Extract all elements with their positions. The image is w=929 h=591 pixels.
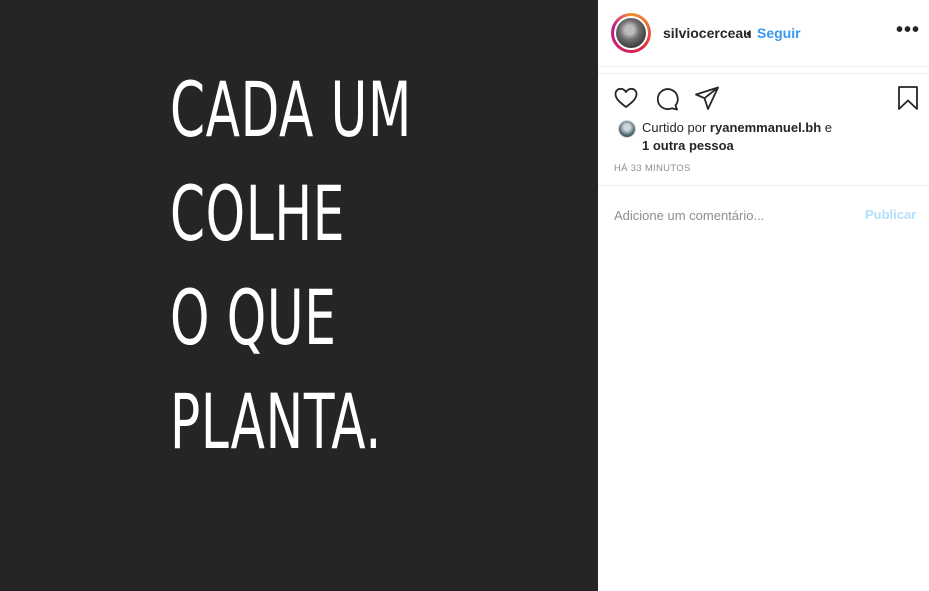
post-sidebar: silviocerceau • Seguir ••• Curtido por r… — [598, 0, 929, 591]
likes-others-link[interactable]: 1 outra pessoa — [642, 138, 734, 153]
liker-avatar[interactable] — [618, 120, 636, 138]
heart-icon[interactable] — [614, 86, 638, 110]
comment-icon[interactable] — [654, 86, 680, 112]
post-image[interactable]: CADA UM COLHE O QUE PLANTA. — [0, 0, 598, 591]
separator-dot: • — [746, 25, 751, 41]
more-options-icon[interactable]: ••• — [896, 19, 920, 42]
likes-prefix: Curtido por — [642, 120, 710, 135]
comment-form: Publicar — [598, 185, 929, 242]
avatar-photo — [616, 18, 646, 48]
likes-summary: Curtido por ryanemmanuel.bh e 1 outra pe… — [642, 119, 912, 155]
quote-line-3: O QUE — [170, 273, 337, 362]
header-divider — [598, 67, 929, 74]
post-timestamp[interactable]: HÁ 33 MINUTOS — [614, 163, 691, 174]
follow-button[interactable]: Seguir — [757, 25, 801, 41]
quote-line-4: PLANTA. — [170, 377, 382, 466]
quote-line-2: COLHE — [170, 169, 346, 258]
liker-username-link[interactable]: ryanemmanuel.bh — [710, 120, 821, 135]
username-link[interactable]: silviocerceau — [663, 25, 752, 41]
publish-button[interactable]: Publicar — [865, 207, 916, 222]
share-icon[interactable] — [694, 85, 720, 111]
quote-line-1: CADA UM — [170, 65, 412, 154]
likes-connector: e — [821, 120, 833, 135]
post-header: silviocerceau • Seguir ••• — [598, 0, 929, 67]
avatar-border — [614, 16, 648, 50]
comment-input[interactable] — [614, 205, 844, 225]
avatar[interactable] — [611, 13, 651, 53]
bookmark-icon[interactable] — [896, 85, 920, 111]
post-quote-text: CADA UM COLHE O QUE PLANTA. — [170, 58, 412, 474]
